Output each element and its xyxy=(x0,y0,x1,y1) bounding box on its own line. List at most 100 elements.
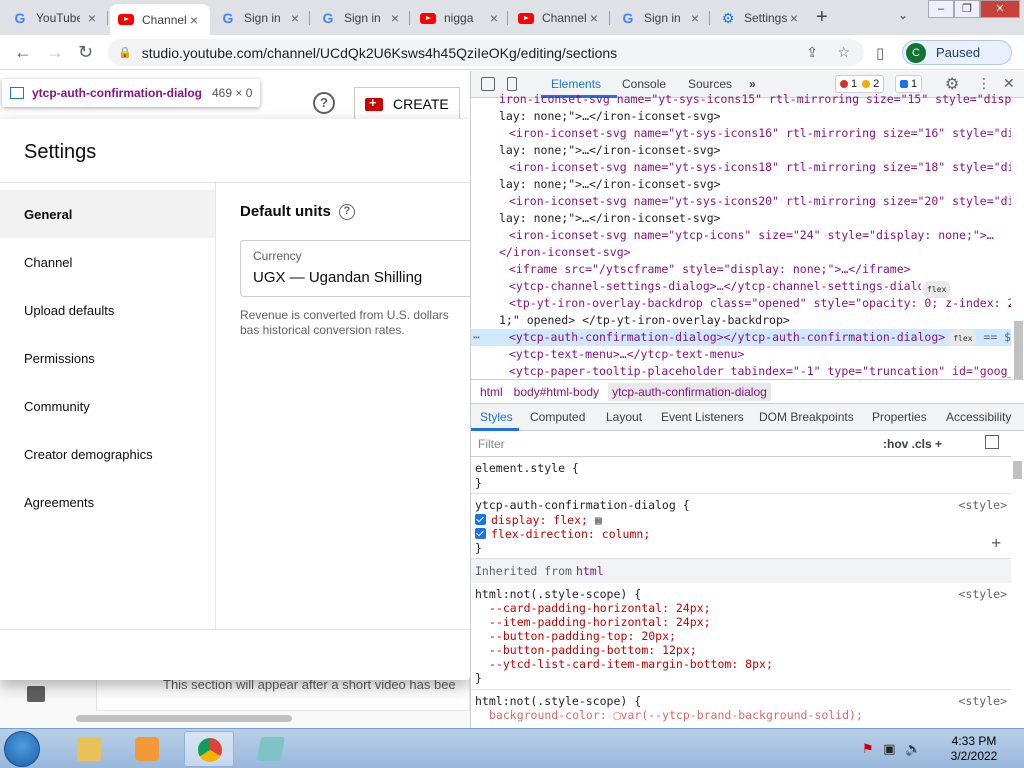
forward-arrow-icon[interactable]: → xyxy=(46,42,64,63)
close-icon[interactable]: × xyxy=(586,10,602,26)
help-icon[interactable]: ? xyxy=(313,92,335,114)
flexbox-editor-icon[interactable]: ▦ xyxy=(595,513,602,527)
settings-nav-upload-defaults[interactable]: Upload defaults xyxy=(0,286,215,334)
share-icon[interactable]: ⇪ xyxy=(806,44,818,61)
browser-tab-active[interactable]: Channel × xyxy=(110,4,210,35)
dom-node-line[interactable]: <iron-iconset-svg name="yt-sys-icons18" … xyxy=(471,159,1011,176)
rule-source[interactable]: <style> xyxy=(959,498,1007,512)
browser-tab[interactable]: G Sign in × xyxy=(312,4,410,32)
tab-sources[interactable]: Sources xyxy=(688,77,732,91)
settings-nav-permissions[interactable]: Permissions xyxy=(0,334,215,382)
restore-button[interactable]: ❐ xyxy=(954,0,980,18)
network-icon[interactable]: ▣ xyxy=(883,741,895,756)
tab-properties[interactable]: Properties xyxy=(872,410,927,424)
property-checkbox[interactable] xyxy=(475,514,486,525)
kebab-menu-icon[interactable]: ⋮ xyxy=(977,75,991,92)
css-property[interactable]: display: flex; xyxy=(491,513,588,527)
add-rule-icon[interactable]: + xyxy=(991,535,1001,551)
browser-tab[interactable]: G Sign in × xyxy=(212,4,310,32)
inherited-source[interactable]: html xyxy=(576,564,604,578)
tab-elements[interactable]: Elements xyxy=(551,77,601,91)
dom-node-line[interactable]: <iron-iconset-svg name="ytcp-icons" size… xyxy=(471,227,1011,244)
tab-styles[interactable]: Styles xyxy=(480,410,513,424)
rule-source[interactable]: <style> xyxy=(959,587,1007,601)
dom-node-line[interactable]: <ytcp-text-menu>…</ytcp-text-menu> xyxy=(471,346,1011,363)
dom-node-line[interactable]: <ytcp-paper-tooltip-placeholder tabindex… xyxy=(471,363,1011,380)
reload-icon[interactable]: ↻ xyxy=(78,42,93,63)
node-actions-icon[interactable]: ⋯ xyxy=(473,329,480,346)
browser-tab[interactable]: ⚙ Settings × xyxy=(712,4,808,32)
settings-nav-agreements[interactable]: Agreements xyxy=(0,478,215,526)
tab-dom-breakpoints[interactable]: DOM Breakpoints xyxy=(759,410,854,424)
filter-tools[interactable]: :hov .cls + xyxy=(883,437,942,451)
more-tabs-icon[interactable]: » xyxy=(749,77,756,91)
dom-node-line[interactable]: <iron-iconset-svg name="yt-sys-icons16" … xyxy=(471,125,1011,142)
side-panel-icon[interactable]: ▯ xyxy=(876,44,884,62)
close-icon[interactable]: × xyxy=(488,10,500,26)
dom-scrollbar[interactable] xyxy=(1014,321,1023,379)
breadcrumb-item[interactable]: body#html-body xyxy=(512,385,601,399)
breadcrumb-item[interactable]: html xyxy=(478,385,505,399)
dom-node-line[interactable]: <iframe src="/ytscframe" style="display:… xyxy=(471,261,1011,278)
settings-nav-general[interactable]: General xyxy=(0,190,215,238)
minimize-button[interactable]: – xyxy=(928,0,954,18)
currency-select[interactable]: Currency UGX — Ugandan Shilling xyxy=(240,240,470,297)
property-checkbox[interactable] xyxy=(475,528,486,539)
dom-node-line[interactable]: </iron-iconset-svg> xyxy=(471,244,1011,261)
browser-tab[interactable]: G YouTube × xyxy=(4,4,108,32)
close-icon[interactable]: × xyxy=(186,12,202,28)
tab-accessibility[interactable]: Accessibility xyxy=(946,410,1011,424)
horizontal-scrollbar[interactable] xyxy=(76,715,292,722)
css-property[interactable]: flex-direction: column; xyxy=(491,527,650,541)
flex-badge[interactable]: flex xyxy=(949,330,977,346)
taskbar-chrome[interactable] xyxy=(184,731,234,767)
feedback-icon[interactable] xyxy=(27,686,45,702)
flag-icon[interactable]: ⚑ xyxy=(862,741,874,756)
bookmark-star-icon[interactable]: ☆ xyxy=(837,44,850,61)
clock[interactable]: 4:33 PM 3/2/2022 xyxy=(944,734,1004,764)
tab-event-listeners[interactable]: Event Listeners xyxy=(661,410,744,424)
styles-scrollbar[interactable] xyxy=(1013,461,1022,479)
help-icon[interactable]: ? xyxy=(338,203,355,220)
styles-filter[interactable]: Filter :hov .cls + xyxy=(471,431,1011,457)
close-icon[interactable]: × xyxy=(788,10,800,26)
dom-node-line-selected[interactable]: <ytcp-auth-confirmation-dialog></ytcp-au… xyxy=(471,329,1011,346)
back-arrow-icon[interactable]: ← xyxy=(14,42,32,63)
rule-source[interactable]: <style> xyxy=(959,694,1007,708)
taskbar-app[interactable] xyxy=(246,731,296,767)
close-icon[interactable]: × xyxy=(288,10,302,26)
browser-tab[interactable]: Channel × xyxy=(510,4,610,32)
tab-console[interactable]: Console xyxy=(622,77,666,91)
settings-nav-channel[interactable]: Channel xyxy=(0,238,215,286)
tab-computed[interactable]: Computed xyxy=(530,410,585,424)
dom-node-line[interactable]: lay: none;">…</iron-iconset-svg> xyxy=(471,142,1011,159)
close-window-button[interactable]: ✕ xyxy=(980,0,1020,18)
browser-tab[interactable]: G Sign in × xyxy=(612,4,710,32)
close-icon[interactable]: × xyxy=(388,10,402,26)
css-property[interactable]: --item-padding-horizontal: 24px; xyxy=(489,615,711,629)
css-property[interactable]: background-color: ▢var(--ytcp-brand-back… xyxy=(489,708,863,722)
dom-node-line[interactable]: <tp-yt-iron-overlay-backdrop class="open… xyxy=(471,295,1011,312)
start-button[interactable] xyxy=(4,731,40,767)
settings-nav-community[interactable]: Community xyxy=(0,382,215,430)
breadcrumb-item-active[interactable]: ytcp-auth-confirmation-dialog xyxy=(608,382,771,401)
css-property[interactable]: --button-padding-bottom: 12px; xyxy=(489,643,697,657)
close-icon[interactable]: × xyxy=(84,10,100,26)
settings-nav-creator-demographics[interactable]: Creator demographics xyxy=(0,430,215,478)
profile-button[interactable]: C Paused xyxy=(902,40,1012,65)
inspect-element-icon[interactable] xyxy=(481,77,495,91)
new-tab-button[interactable]: + xyxy=(816,6,828,29)
toggle-sidebar-icon[interactable] xyxy=(985,435,999,449)
volume-icon[interactable]: 🔈 xyxy=(905,741,921,756)
dom-node-line[interactable]: lay: none;">…</iron-iconset-svg> xyxy=(471,108,1011,125)
css-property[interactable]: --button-padding-top: 20px; xyxy=(489,629,676,643)
dom-node-line[interactable]: lay: none;">…</iron-iconset-svg> xyxy=(471,210,1011,227)
tab-search-chevron-icon[interactable]: ⌄ xyxy=(898,8,908,22)
dom-node-line[interactable]: 1;" opened> </tp-yt-iron-overlay-backdro… xyxy=(471,312,1011,329)
taskbar-media-player[interactable] xyxy=(122,731,172,767)
dom-node-line[interactable]: lay: none;">…</iron-iconset-svg> xyxy=(471,176,1011,193)
dom-node-line[interactable]: iron-iconset-svg name="yt-sys-icons15" r… xyxy=(471,91,1011,108)
tab-layout[interactable]: Layout xyxy=(606,410,642,424)
dom-node-line[interactable]: <iron-iconset-svg name="yt-sys-icons20" … xyxy=(471,193,1011,210)
address-bar[interactable]: 🔒 studio.youtube.com/channel/UCdQk2U6Ksw… xyxy=(108,39,864,66)
